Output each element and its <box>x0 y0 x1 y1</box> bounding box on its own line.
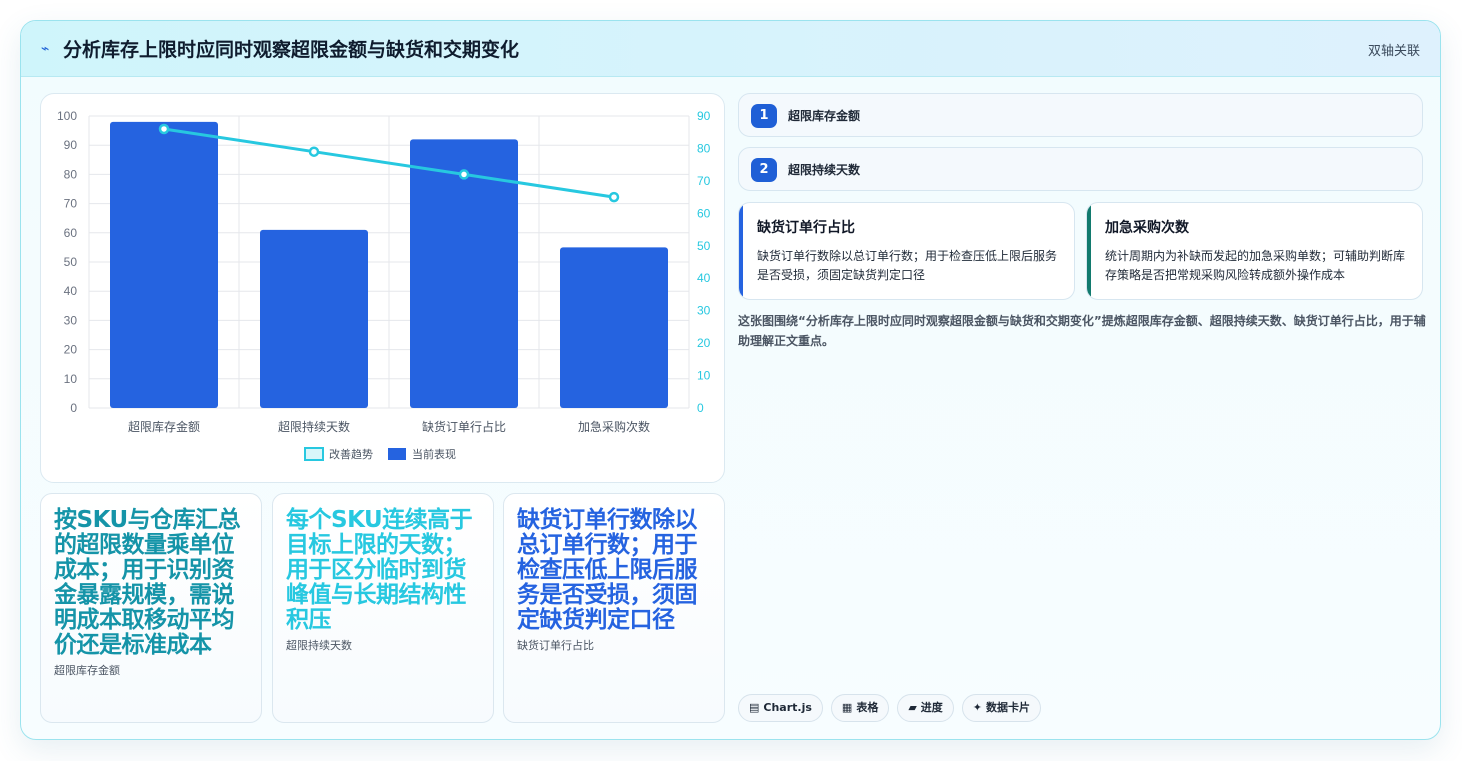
y-right-tick-label: 0 <box>697 401 704 415</box>
y-right-tick-label: 20 <box>697 336 711 350</box>
bar <box>560 247 668 408</box>
chip-progress[interactable]: ▰ 进度 <box>897 694 954 722</box>
step-label: 超限库存金额 <box>788 109 861 123</box>
y-right-tick-label: 70 <box>697 174 711 188</box>
info-card-title: 缺货订单行占比 <box>757 220 855 236</box>
x-tick-label: 超限持续天数 <box>278 419 350 434</box>
main-card: ⌁ 分析库存上限时应同时观察超限金额与缺货和交期变化 双轴关联 0 10 20 30 4… <box>20 20 1441 740</box>
dual-axis-tag: 双轴关联 <box>1367 44 1420 59</box>
y-left-tick-label: 50 <box>64 255 78 269</box>
chip-table[interactable]: ▦ 表格 <box>830 694 890 722</box>
y-left-tick-label: 100 <box>57 109 77 123</box>
info-card-desc: 缺货订单行数除以总订单行数；用于检查压低上限后服务是否受损，须固定缺货判定口径 <box>757 249 1058 282</box>
metric-card-3: 缺货订单行数除以总订单行数；用于检查压低上限后服务是否受损，须固定缺货判定口径 … <box>503 493 725 723</box>
trend-point <box>158 123 170 135</box>
chip-label: 表格 <box>856 701 879 714</box>
y-left-tick-label: 40 <box>64 284 78 298</box>
trend-point <box>458 169 470 180</box>
accent-bar <box>739 203 743 299</box>
bar <box>110 121 218 408</box>
bolt-icon: ⌁ <box>41 41 50 57</box>
y-right-tick-label: 50 <box>697 239 711 253</box>
step-item-1[interactable]: 1 超限库存金额 <box>738 93 1423 137</box>
metric-card-label: 超限持续天数 <box>286 639 352 652</box>
y-right-tick-label: 60 <box>697 206 711 220</box>
info-card-2: 加急采购次数 统计周期内为补缺而发起的加急采购单数；可辅助判断库存策略是否把常规… <box>1086 202 1423 300</box>
y-left-tick-label: 80 <box>64 167 78 181</box>
chart-icon: ▤ <box>749 701 760 714</box>
x-tick-label: 缺货订单行占比 <box>422 419 506 434</box>
y-left-tick-label: 20 <box>64 343 78 357</box>
y-right-tick-label: 40 <box>697 271 711 285</box>
page-title: 分析库存上限时应同时观察超限金额与缺货和交期变化 <box>63 39 520 61</box>
chip-label: Chart.js <box>763 701 812 714</box>
chart-description: 这张图围绕“分析库存上限时应同时观察超限金额与缺货和交期变化”提炼超限库存金额、… <box>738 314 1426 348</box>
chart-panel: 0 10 20 30 40 50 60 70 80 90 100 0 10 20 30 40 50 60 70 80 9… <box>40 93 725 483</box>
y-left-tick-label: 70 <box>64 197 78 211</box>
y-right-tick-label: 30 <box>697 304 711 318</box>
trend-point <box>608 191 620 203</box>
x-tick-label: 加急采购次数 <box>578 419 650 434</box>
feature-chips: ▤ Chart.js ▦ 表格 ▰ 进度 ✦ 数据卡片 <box>738 694 1042 722</box>
y-right-tick-label: 90 <box>697 109 711 123</box>
step-item-2[interactable]: 2 超限持续天数 <box>738 147 1423 191</box>
y-left-tick-label: 0 <box>70 401 77 415</box>
legend-label: 当前表现 <box>412 447 456 461</box>
info-card-1: 缺货订单行占比 缺货订单行数除以总订单行数；用于检查压低上限后服务是否受损，须固… <box>738 202 1075 300</box>
y-right-tick-label: 80 <box>697 141 711 155</box>
y-left-tick-label: 90 <box>64 138 78 152</box>
chip-label: 进度 <box>920 701 943 714</box>
trend-point <box>308 146 320 157</box>
chip-data-cards[interactable]: ✦ 数据卡片 <box>961 694 1042 722</box>
metric-card-label: 超限库存金额 <box>54 664 120 677</box>
metric-card-2: 每个SKU连续高于目标上限的天数；用于区分临时到货峰值与长期结构性积压 超限持续… <box>272 493 494 723</box>
y-right-tick-label: 10 <box>697 369 711 383</box>
legend-swatch-bar <box>388 448 406 460</box>
step-number: 2 <box>751 158 777 182</box>
accent-bar <box>1087 203 1091 299</box>
step-label: 超限持续天数 <box>788 163 861 177</box>
y-left-tick-label: 60 <box>64 226 78 240</box>
legend-label: 改善趋势 <box>329 447 373 461</box>
combo-chart: 0 10 20 30 40 50 60 70 80 90 100 0 10 20 30 40 50 60 70 80 9… <box>57 109 711 461</box>
y-left-tick-label: 10 <box>64 372 78 386</box>
progress-icon: ▰ <box>908 701 917 714</box>
metric-card-text: 按SKU与仓库汇总的超限数量乘单位成本；用于识别资金暴露规模，需说明成本取移动平… <box>54 507 241 658</box>
metric-card-1: 按SKU与仓库汇总的超限数量乘单位成本；用于识别资金暴露规模，需说明成本取移动平… <box>40 493 262 723</box>
card-header: ⌁ 分析库存上限时应同时观察超限金额与缺货和交期变化 双轴关联 <box>21 21 1440 77</box>
legend-swatch-line <box>304 447 324 461</box>
y-left-tick-label: 30 <box>64 313 78 327</box>
x-tick-label: 超限库存金额 <box>128 419 200 434</box>
sparkle-icon: ✦ <box>972 701 983 714</box>
metric-card-label: 缺货订单行占比 <box>517 639 594 652</box>
metric-card-text: 缺货订单行数除以总订单行数；用于检查压低上限后服务是否受损，须固定缺货判定口径 <box>517 507 698 633</box>
chip-label: 数据卡片 <box>986 701 1031 714</box>
chip-chartjs[interactable]: ▤ Chart.js <box>738 694 823 722</box>
metric-card-text: 每个SKU连续高于目标上限的天数；用于区分临时到货峰值与长期结构性积压 <box>286 507 473 633</box>
step-number: 1 <box>751 104 777 128</box>
info-card-desc: 统计周期内为补缺而发起的加急采购单数；可辅助判断库存策略是否把常规采购风险转成额… <box>1105 249 1406 282</box>
info-card-title: 加急采购次数 <box>1105 220 1189 236</box>
bar <box>260 229 368 408</box>
table-icon: ▦ <box>841 701 853 714</box>
